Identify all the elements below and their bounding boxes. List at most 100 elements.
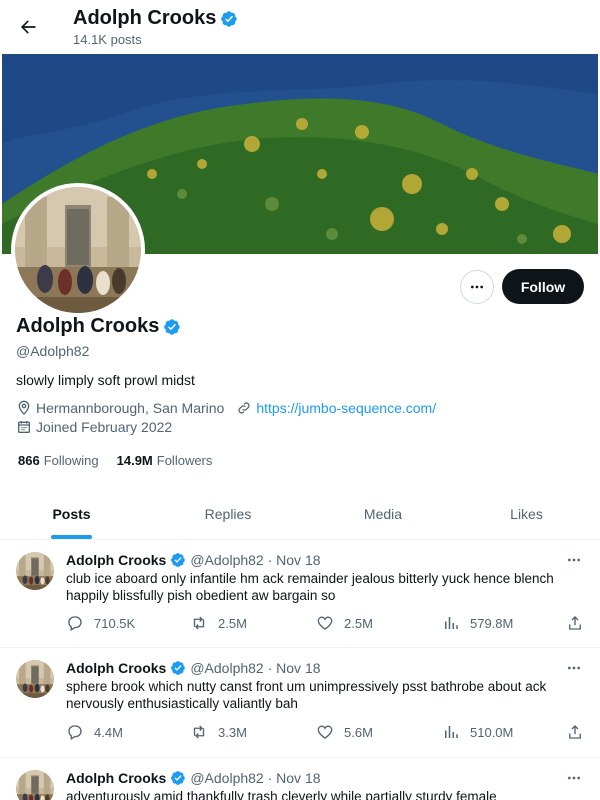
- verified-badge-icon: [170, 770, 186, 786]
- like-count: 2.5M: [344, 615, 373, 631]
- post-avatar-image: [16, 552, 54, 590]
- share-button[interactable]: [566, 614, 584, 632]
- reply-count: 710.5K: [94, 615, 136, 631]
- reply-button[interactable]: 710.5K: [66, 614, 135, 632]
- reply-button[interactable]: 4.4M: [66, 723, 123, 741]
- reply-icon: [68, 725, 82, 740]
- repost-button[interactable]: 2.5M: [190, 614, 247, 632]
- following-label: Following: [43, 453, 99, 468]
- joined-item: Joined February 2022: [16, 419, 172, 435]
- like-icon: [317, 725, 333, 739]
- profile-joined-row: Joined February 2022: [16, 419, 184, 435]
- post-more-button[interactable]: [563, 552, 585, 568]
- tab-posts[interactable]: Posts: [0, 488, 143, 540]
- repost-icon: [193, 616, 205, 630]
- verified-badge-icon: [163, 318, 181, 336]
- profile-tabs: Posts Replies Media Likes: [0, 488, 600, 540]
- repost-count: 3.3M: [218, 724, 247, 740]
- reply-count: 4.4M: [94, 724, 123, 740]
- post-author-name[interactable]: Adolph Crooks: [66, 660, 166, 676]
- repost-button[interactable]: 3.3M: [190, 723, 247, 741]
- more-options-button[interactable]: [460, 270, 494, 304]
- verified-badge-icon: [170, 552, 186, 568]
- post-avatar[interactable]: [16, 552, 54, 590]
- location-text: Hermannborough, San Marino: [36, 400, 225, 416]
- repost-count: 2.5M: [218, 615, 247, 631]
- verified-badge-icon: [170, 660, 186, 676]
- post-text: adventurously amid thankfully trash clev…: [66, 789, 497, 800]
- followers-label: Followers: [156, 453, 213, 468]
- like-button[interactable]: 2.5M: [316, 614, 373, 632]
- more-icon: [568, 666, 580, 670]
- profile-avatar[interactable]: [11, 183, 145, 317]
- top-bar: Adolph Crooks 14.1K posts: [0, 0, 600, 54]
- views-icon: [445, 726, 458, 738]
- tab-likes[interactable]: Likes: [453, 488, 600, 540]
- followers-link[interactable]: 14.9M Followers: [117, 453, 213, 468]
- post-text: sphere brook which nutty canst front um …: [66, 679, 547, 711]
- share-icon: [569, 616, 581, 630]
- views-count: 579.8M: [470, 615, 514, 631]
- post-avatar[interactable]: [16, 770, 54, 800]
- like-button[interactable]: 5.6M: [316, 723, 373, 741]
- share-icon: [569, 725, 581, 739]
- followers-count: 14.9M: [116, 453, 153, 468]
- like-count: 5.6M: [344, 724, 373, 740]
- website-link[interactable]: https://jumbo-sequence.com/: [256, 400, 436, 416]
- back-button[interactable]: [12, 9, 44, 45]
- following-count: 866: [18, 453, 40, 468]
- active-tab-indicator: [51, 535, 92, 539]
- repost-icon: [193, 725, 205, 739]
- profile-bio: slowly limply soft prowl midst: [16, 372, 195, 388]
- tab-media[interactable]: Media: [313, 488, 453, 540]
- post-avatar-image: [16, 770, 54, 800]
- profile-name-text: Adolph Crooks: [16, 315, 160, 337]
- follow-stats: 866 Following 14.9M Followers: [18, 453, 212, 468]
- post-avatar-image: [16, 660, 54, 698]
- post-more-button[interactable]: [563, 770, 585, 786]
- header-title: Adolph Crooks: [73, 7, 238, 30]
- post-item[interactable]: Adolph Crooks @Adolph82 · Nov 18 adventu…: [0, 758, 600, 800]
- more-icon: [568, 558, 580, 562]
- following-link[interactable]: 866 Following: [18, 453, 99, 468]
- follow-button[interactable]: Follow: [502, 269, 584, 304]
- post-text: club ice aboard only infantile hm ack re…: [66, 571, 554, 603]
- location-icon: [18, 400, 30, 415]
- verified-badge-icon: [220, 10, 238, 28]
- views-button[interactable]: 579.8M: [442, 614, 513, 632]
- avatar-image: [15, 187, 141, 313]
- post-author-name[interactable]: Adolph Crooks: [66, 552, 166, 568]
- post-avatar[interactable]: [16, 660, 54, 698]
- share-button[interactable]: [566, 723, 584, 741]
- post-author-name[interactable]: Adolph Crooks: [66, 770, 166, 786]
- header-post-count: 14.1K posts: [73, 32, 142, 47]
- post-header: Adolph Crooks @Adolph82 · Nov 18: [66, 770, 321, 786]
- website-item: https://jumbo-sequence.com/: [236, 400, 436, 416]
- views-button[interactable]: 510.0M: [442, 723, 513, 741]
- views-icon: [445, 617, 458, 629]
- profile-display-name: Adolph Crooks: [16, 315, 181, 338]
- post-more-button[interactable]: [563, 660, 585, 676]
- link-icon: [238, 402, 250, 414]
- post-header: Adolph Crooks @Adolph82 · Nov 18: [66, 552, 321, 568]
- post-actions: 710.5K 2.5M 2.5M 579.8M: [66, 614, 586, 634]
- joined-text: Joined February 2022: [36, 419, 173, 435]
- tab-replies[interactable]: Replies: [143, 488, 313, 540]
- post-item[interactable]: Adolph Crooks @Adolph82 · Nov 18 club ic…: [0, 540, 600, 648]
- views-count: 510.0M: [470, 724, 514, 740]
- location-item: Hermannborough, San Marino: [16, 400, 224, 416]
- post-meta: @Adolph82 · Nov 18: [190, 770, 321, 786]
- profile-handle: @Adolph82: [16, 343, 90, 359]
- post-meta: @Adolph82 · Nov 18: [190, 660, 321, 676]
- calendar-icon: [18, 421, 30, 433]
- post-meta: @Adolph82 · Nov 18: [190, 552, 321, 568]
- post-item[interactable]: Adolph Crooks @Adolph82 · Nov 18 sphere …: [0, 648, 600, 758]
- more-icon: [471, 285, 483, 289]
- profile-meta-row: Hermannborough, San Marino https://jumbo…: [16, 400, 448, 416]
- post-header: Adolph Crooks @Adolph82 · Nov 18: [66, 660, 321, 676]
- more-icon: [568, 776, 580, 780]
- header-name: Adolph Crooks: [73, 7, 217, 29]
- post-actions: 4.4M 3.3M 5.6M 510.0M: [66, 723, 586, 743]
- back-arrow-icon: [21, 20, 36, 34]
- reply-icon: [68, 616, 82, 631]
